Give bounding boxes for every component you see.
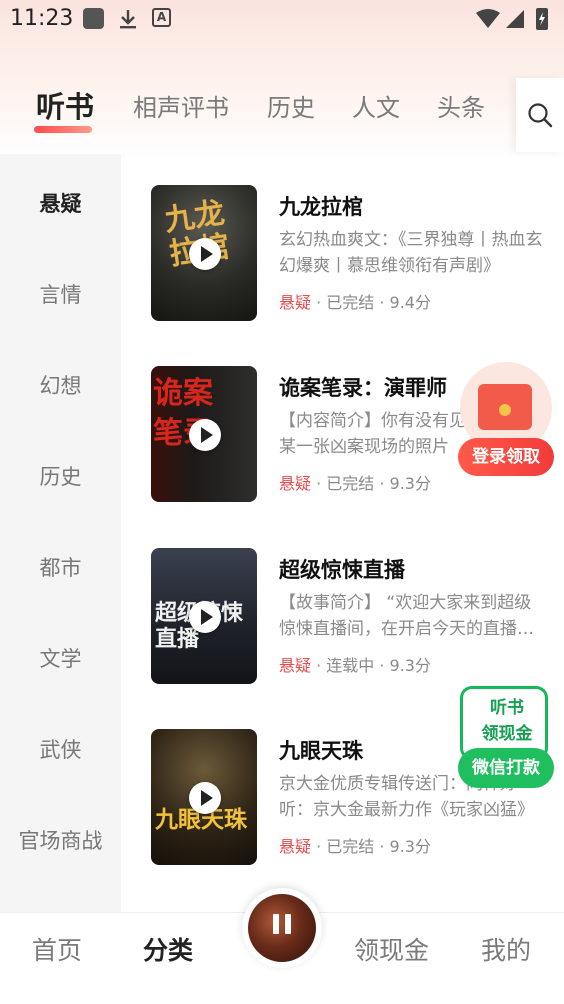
nav-home[interactable]: 首页 [32,931,82,967]
book-status-score: · 已完结 · 9.3分 [316,837,431,856]
search-button[interactable] [516,78,564,152]
book-cover[interactable]: 超级惊悚直播 [151,548,257,684]
book-title: 九眼天珠 [279,739,363,763]
sidebar-item-wenxue[interactable]: 文学 [0,643,121,673]
play-icon[interactable] [189,782,221,814]
sidebar-item-dushi[interactable]: 都市 [0,552,121,582]
wechat-cash-widget[interactable]: 听书 领现金 微信打款 [458,686,556,790]
status-bar: 11:23 A [0,0,564,40]
sidebar-item-huanxiang[interactable]: 幻想 [0,370,121,400]
font-icon: A [152,8,171,27]
sidebar-item-guanchang-shangzhan[interactable]: 官场商战 [0,825,121,855]
category-sidebar: 悬疑 言情 幻想 历史 都市 文学 武侠 官场商战 [0,154,121,912]
play-icon[interactable] [189,238,221,270]
book-description: 玄幻热血爽文：《三界独尊丨热血玄幻爆爽丨慕思维领衔有声剧》 [279,230,543,276]
book-title: 超级惊悚直播 [279,558,405,582]
tab-lishi[interactable]: 历史 [267,88,315,123]
login-claim-button[interactable]: 登录领取 [458,438,554,476]
nav-cash[interactable]: 领现金 [354,931,429,967]
book-description: 【故事简介】 “欢迎大家来到超级惊悚直播间，在开启今天的直播之前 [279,593,534,639]
wechat-line-2: 领现金 [481,724,533,744]
sidebar-item-xuanyi[interactable]: 悬疑 [0,188,121,218]
tab-tingshu[interactable]: 听书 [36,84,94,126]
search-icon [528,103,553,128]
login-redpacket-widget[interactable]: 登录领取 [458,362,554,476]
pause-icon [285,914,291,934]
pause-icon [273,914,279,934]
book-genre: 悬疑 [279,656,312,675]
sidebar-item-yanqing[interactable]: 言情 [0,279,121,309]
book-title: 诡案笔录：演罪师 [279,376,447,400]
tab-toutiao[interactable]: 头条 [437,88,485,123]
play-icon[interactable] [189,601,221,633]
sidebar-item-lishi[interactable]: 历史 [0,461,121,491]
nav-category[interactable]: 分类 [143,931,193,967]
book-cover[interactable]: 九眼天珠 [151,729,257,865]
top-tab-bar: 听书 相声评书 历史 人文 头条 [0,88,516,148]
download-icon [118,8,138,30]
mini-player[interactable] [242,888,322,968]
book-status-score: · 连载中 · 9.3分 [316,656,431,675]
active-tab-indicator [34,126,92,133]
now-playing-cover [248,894,316,962]
book-genre: 悬疑 [279,837,312,856]
book-meta: 悬疑 · 已完结 · 9.3分 [279,833,431,857]
wechat-payout-button[interactable]: 微信打款 [458,748,554,788]
gallery-notification-icon [83,8,104,29]
play-icon[interactable] [189,419,221,451]
sidebar-item-wuxia[interactable]: 武侠 [0,734,121,764]
book-status-score: · 已完结 · 9.3分 [316,474,431,493]
tab-xiangsheng-pingshu[interactable]: 相声评书 [133,88,229,123]
book-meta: 悬疑 · 已完结 · 9.4分 [279,289,431,313]
nav-mine[interactable]: 我的 [481,931,531,967]
book-genre: 悬疑 [279,474,312,493]
signal-battery-icons [474,6,554,32]
wechat-line-1: 听书 [490,698,524,718]
list-item[interactable]: 超级惊悚直播 超级惊悚直播 【故事简介】 “欢迎大家来到超级惊悚直播间，在开启今… [151,548,551,684]
book-genre: 悬疑 [279,293,312,312]
book-meta: 悬疑 · 连载中 · 9.3分 [279,652,431,676]
book-meta: 悬疑 · 已完结 · 9.3分 [279,470,431,494]
tab-renwen[interactable]: 人文 [352,88,400,123]
list-item[interactable]: 九龙拉棺 九龙拉棺 玄幻热血爽文：《三界独尊丨热血玄幻爆爽丨慕思维领衔有声剧》 … [151,185,551,321]
red-envelope-icon [478,384,532,430]
book-title: 九龙拉棺 [279,195,363,219]
book-status-score: · 已完结 · 9.4分 [316,293,431,312]
book-cover[interactable]: 九龙拉棺 [151,185,257,321]
status-time: 11:23 [10,6,74,31]
book-cover[interactable]: 诡案笔录 [151,366,257,502]
